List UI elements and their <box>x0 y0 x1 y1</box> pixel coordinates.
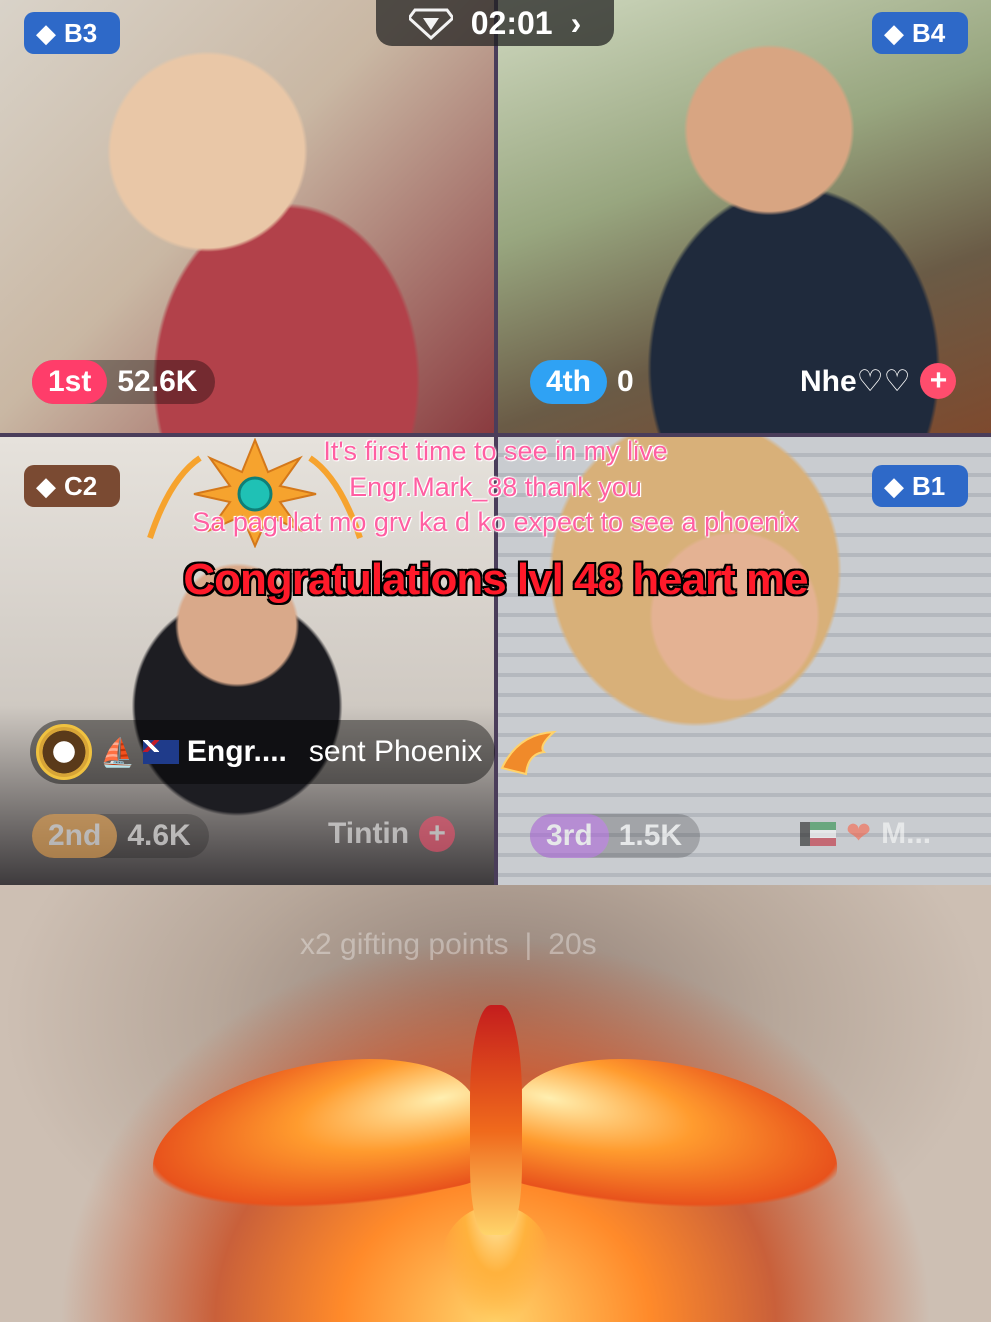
gift-notification-bar: ⛵ Engr.... sent Phoenix <box>30 720 495 784</box>
rank-label: 3rd <box>530 814 609 858</box>
overlay-congrats-text: Congratulations lvl 48 heart me <box>183 555 808 604</box>
score-value: 52.6K <box>117 365 198 398</box>
overlay-text-line3: Sa pagulat mo grv ka d ko expect to see … <box>192 507 799 537</box>
phoenix-wing-left <box>138 1032 492 1248</box>
phoenix-wing-right <box>498 1032 852 1248</box>
gifting-points-text: x2 gifting points <box>300 928 509 961</box>
level-badge-top-left[interactable]: ◆ B3 <box>24 12 120 54</box>
score-top-right: 4th 0 <box>530 360 652 404</box>
phoenix-gift-icon <box>498 728 558 778</box>
heart-icon: ❤ <box>846 817 872 850</box>
chevron-right-icon: › <box>570 4 582 41</box>
gift-sender-name: Engr.... <box>186 735 287 768</box>
level-badge-label: B4 <box>912 17 946 48</box>
fan-badge-icon: ⛵ <box>100 736 135 768</box>
host-tag-bottom-left[interactable]: Tintin + <box>328 816 456 852</box>
follow-plus-button[interactable]: + <box>920 363 957 399</box>
gift-message: sent Phoenix <box>308 735 483 768</box>
live-battle-screen: x2 gifting points | 20s 02:01 › ◆ B3 ◆ B4 … <box>0 0 991 1322</box>
host-tag-top-right[interactable]: Nhe♡♡ + <box>800 363 957 399</box>
score-value: 0 <box>617 365 634 398</box>
diamond-icon: ◆ <box>884 17 904 48</box>
score-top-left: 1st 52.6K <box>32 360 216 404</box>
timer-value: 02:01 <box>470 4 553 41</box>
overlay-text-line2: Engr.Mark_88 thank you <box>349 472 642 502</box>
score-bottom-left: 2nd 4.6K <box>32 814 209 858</box>
score-bottom-right: 3rd 1.5K <box>530 814 701 858</box>
host-tag-bottom-right[interactable]: ❤ M... <box>800 816 931 851</box>
follow-plus-button[interactable]: + <box>419 816 456 852</box>
australia-flag-icon <box>142 740 179 764</box>
diamond-trophy-icon <box>408 6 453 40</box>
gifting-points-hint: x2 gifting points | 20s <box>300 928 597 961</box>
diamond-icon: ◆ <box>36 17 56 48</box>
rank-label: 2nd <box>32 814 118 858</box>
rank-label: 4th <box>530 360 607 404</box>
gifting-points-timer: 20s <box>548 928 597 961</box>
sender-avatar[interactable] <box>36 724 92 780</box>
score-value: 1.5K <box>618 819 683 852</box>
host-name: M... <box>881 816 932 850</box>
rank-label: 1st <box>32 360 108 404</box>
level-badge-label: B3 <box>64 17 98 48</box>
overlay-text-line1: It's first time to see in my live <box>323 436 668 466</box>
score-value: 4.6K <box>127 819 191 852</box>
host-name: Tintin <box>328 817 410 850</box>
battle-timer[interactable]: 02:01 › <box>376 0 614 46</box>
level-badge-top-right[interactable]: ◆ B4 <box>872 12 968 54</box>
kuwait-flag-icon <box>800 821 836 846</box>
host-name: Nhe♡♡ <box>800 364 911 398</box>
phoenix-body <box>470 1005 522 1235</box>
